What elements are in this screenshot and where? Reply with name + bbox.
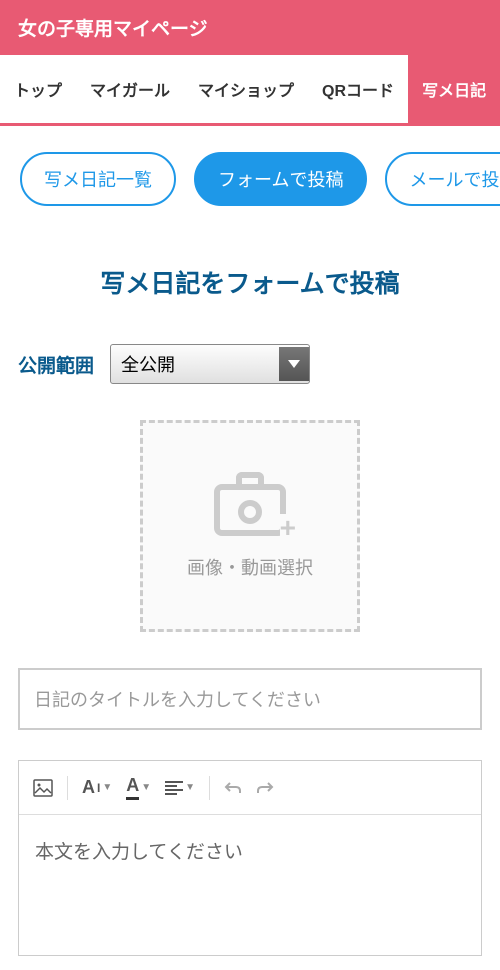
page-title: 写メ日記をフォームで投稿 — [18, 264, 482, 300]
pill-list[interactable]: 写メ日記一覧 — [20, 152, 176, 206]
insert-image-button[interactable] — [29, 773, 57, 803]
camera-icon: + — [210, 472, 290, 536]
nav-diary[interactable]: 写メ日記 — [408, 55, 500, 123]
toolbar-separator — [67, 776, 68, 800]
undo-button[interactable] — [220, 775, 246, 801]
font-size-button[interactable]: AI▼ — [78, 771, 116, 804]
toolbar-separator — [209, 776, 210, 800]
media-upload-area[interactable]: + 画像・動画選択 — [140, 420, 360, 632]
upload-label: 画像・動画選択 — [187, 554, 313, 580]
nav-mygirl[interactable]: マイガール — [76, 55, 184, 123]
nav-myshop[interactable]: マイショップ — [184, 55, 308, 123]
main-content: 写メ日記をフォームで投稿 公開範囲 全公開 + 画像・動画選択 日記のタイトルを… — [0, 264, 500, 956]
page-header: 女の子専用マイページ — [0, 0, 500, 55]
pill-mail-post[interactable]: メールで投稿 — [385, 152, 500, 206]
chevron-down-icon — [288, 360, 300, 368]
main-nav: トップ マイガール マイショップ QRコード 写メ日記 い — [0, 55, 500, 126]
redo-button[interactable] — [252, 775, 278, 801]
editor-body[interactable]: 本文を入力してください — [19, 815, 481, 955]
visibility-row: 公開範囲 全公開 — [18, 344, 482, 384]
visibility-select[interactable]: 全公開 — [110, 344, 310, 384]
sub-nav: 写メ日記一覧 フォームで投稿 メールで投稿 — [0, 126, 500, 232]
pill-form-post[interactable]: フォームで投稿 — [194, 152, 367, 206]
plus-icon: + — [280, 514, 296, 542]
header-title: 女の子専用マイページ — [18, 19, 208, 40]
nav-qrcode[interactable]: QRコード — [308, 55, 408, 123]
rich-text-editor: AI▼ A▼ ▼ 本文を入力してください — [18, 760, 482, 956]
select-dropdown-button — [279, 347, 309, 381]
font-color-button[interactable]: A▼ — [122, 769, 155, 806]
editor-toolbar: AI▼ A▼ ▼ — [19, 761, 481, 815]
chevron-down-icon: ▼ — [102, 782, 112, 793]
chevron-down-icon: ▼ — [185, 782, 195, 793]
visibility-label: 公開範囲 — [18, 351, 94, 378]
chevron-down-icon: ▼ — [141, 782, 151, 793]
visibility-value: 全公開 — [111, 345, 279, 383]
title-input[interactable]: 日記のタイトルを入力してください — [18, 668, 482, 730]
align-button[interactable]: ▼ — [161, 775, 199, 801]
nav-top[interactable]: トップ — [0, 55, 76, 123]
